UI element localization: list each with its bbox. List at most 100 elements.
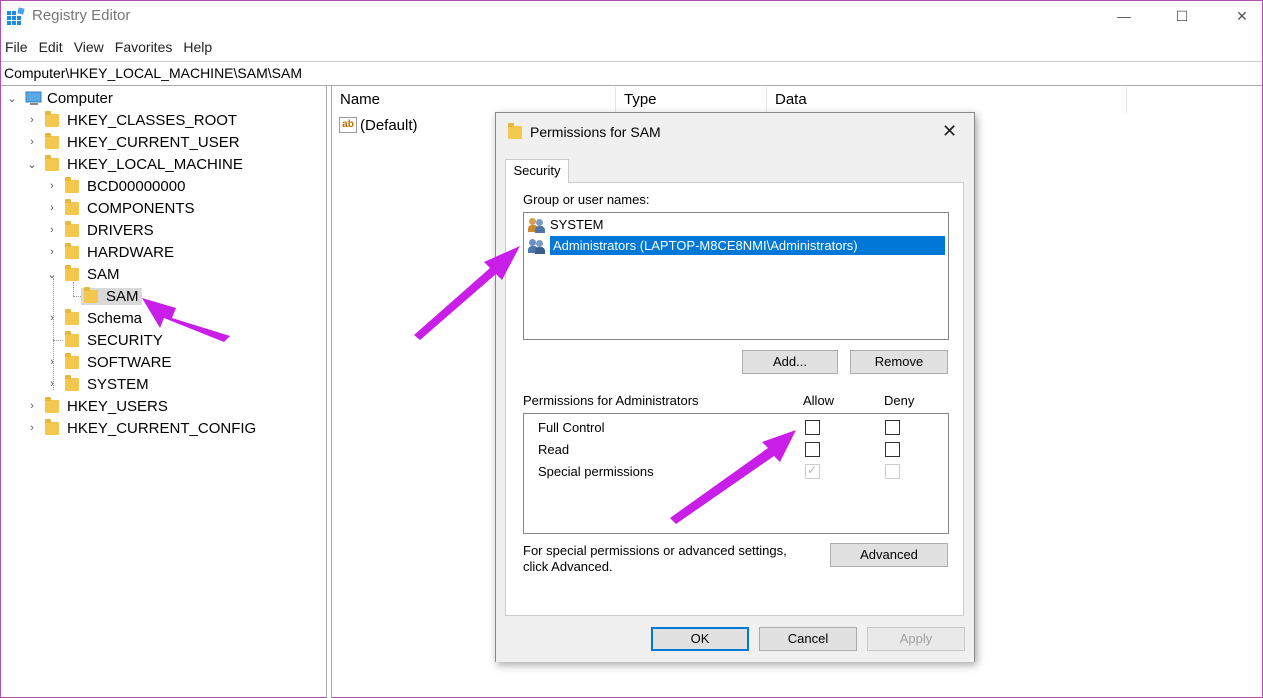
folder-icon [65,352,79,369]
chevron-right-icon[interactable]: › [45,224,59,236]
tree-node-hardware[interactable]: › HARDWARE [45,241,174,263]
tree-label: DRIVERS [87,221,154,239]
selected-tree-node[interactable]: SAM [81,286,142,305]
chevron-down-icon[interactable]: ⌄ [25,158,39,171]
window-title: Registry Editor [32,7,131,24]
tree-label: BCD00000000 [87,177,186,195]
menu-bar: File Edit View Favorites Help [1,36,219,58]
permissions-list: Full Control Read Special permissions ✓ [523,413,949,534]
menu-help[interactable]: Help [179,36,219,58]
tree-node-drivers[interactable]: › DRIVERS [45,219,154,241]
tab-security[interactable]: Security [505,159,569,183]
tree-node-hkey-local-machine[interactable]: ⌄ HKEY_LOCAL_MACHINE [25,153,243,175]
chevron-right-icon[interactable]: › [25,136,39,148]
user-name: Administrators (LAPTOP-M8CE8NMI\Administ… [550,236,945,255]
tree-label: SOFTWARE [87,353,172,371]
registry-editor-icon [7,7,25,25]
cancel-button[interactable]: Cancel [759,627,857,651]
users-icon [528,238,546,254]
menu-view[interactable]: View [70,36,111,58]
chevron-right-icon[interactable]: › [25,422,39,434]
tree-node-computer[interactable]: ⌄ Computer [5,87,113,109]
folder-icon [65,264,79,281]
chevron-right-icon[interactable]: › [45,312,59,324]
column-data[interactable]: Data [767,87,1127,113]
close-button[interactable]: ✕ [1219,1,1263,31]
menu-file[interactable]: File [1,36,35,58]
chevron-right-icon[interactable]: › [45,378,59,390]
tree-node-sam[interactable]: ⌄ SAM [45,263,120,285]
remove-button[interactable]: Remove [850,350,948,374]
folder-icon [45,132,59,149]
minimize-button[interactable]: — [1101,1,1147,31]
tree-label: COMPONENTS [87,199,195,217]
apply-button: Apply [867,627,965,651]
user-row-system[interactable]: SYSTEM [528,215,603,234]
add-button[interactable]: Add... [742,350,838,374]
computer-icon [25,91,42,105]
users-icon [528,217,546,233]
maximize-button[interactable]: ☐ [1159,1,1205,31]
pane-splitter[interactable] [327,86,332,698]
tree-label: SAM [106,287,139,305]
tree-node-components[interactable]: › COMPONENTS [45,197,195,219]
tree-label: SYSTEM [87,375,149,393]
tree-node-software[interactable]: › SOFTWARE [45,351,171,373]
column-name[interactable]: Name [332,87,616,113]
string-value-icon: ab [339,117,357,133]
user-listbox[interactable]: SYSTEM Administrators (LAPTOP-M8CE8NMI\A… [523,212,949,340]
list-item[interactable]: ab (Default) [339,115,418,135]
folder-icon [65,308,79,325]
value-name: (Default) [360,116,418,134]
tree-label: HKEY_LOCAL_MACHINE [67,155,243,173]
menu-favorites[interactable]: Favorites [111,36,180,58]
folder-open-icon [84,286,98,303]
folder-icon [65,176,79,193]
folder-icon [65,242,79,259]
special-allow-checkbox: ✓ [805,463,820,479]
chevron-right-icon[interactable]: › [25,114,39,126]
chevron-right-icon[interactable]: › [45,180,59,192]
folder-icon [65,220,79,237]
column-type[interactable]: Type [616,87,767,113]
tree-label: HARDWARE [87,243,174,261]
dialog-body: Security Group or user names: SYSTEM Adm… [496,153,974,662]
address-bar[interactable]: Computer\HKEY_LOCAL_MACHINE\SAM\SAM [1,61,1262,86]
chevron-right-icon[interactable]: › [45,356,59,368]
tree-label: Computer [47,89,113,107]
folder-icon [65,374,79,391]
tree-node-hkey-current-user[interactable]: › HKEY_CURRENT_USER [25,131,240,153]
menu-edit[interactable]: Edit [35,36,70,58]
tree-node-schema[interactable]: › Schema [45,307,142,329]
read-deny-checkbox[interactable] [885,442,900,457]
chevron-down-icon[interactable]: ⌄ [5,92,19,105]
tree-node-system[interactable]: › SYSTEM [45,373,149,395]
full-control-deny-checkbox[interactable] [885,420,900,435]
special-deny-checkbox [885,464,900,479]
chevron-right-icon[interactable]: › [45,246,59,258]
user-row-administrators[interactable]: Administrators (LAPTOP-M8CE8NMI\Administ… [528,236,945,255]
tree-label: HKEY_CURRENT_CONFIG [67,419,257,437]
tree-node-sam-sam[interactable]: SAM [81,285,142,307]
tree-node-bcd[interactable]: › BCD00000000 [45,175,185,197]
chevron-right-icon[interactable]: › [45,202,59,214]
advanced-button[interactable]: Advanced [830,543,948,567]
permission-special: Special permissions [538,464,654,479]
read-allow-checkbox[interactable] [805,442,820,457]
tree-node-hkey-classes-root[interactable]: › HKEY_CLASSES_ROOT [25,109,237,131]
ok-button[interactable]: OK [651,627,749,651]
deny-column-label: Deny [884,393,915,408]
chevron-right-icon[interactable]: › [25,400,39,412]
chevron-down-icon[interactable]: ⌄ [45,268,59,281]
tree-connector [53,340,63,341]
tree-node-hkey-current-config[interactable]: › HKEY_CURRENT_CONFIG [25,417,256,439]
dialog-title: Permissions for SAM [530,124,661,140]
full-control-allow-checkbox[interactable] [805,420,820,435]
list-header: Name Type Data [332,87,1262,113]
dialog-close-icon[interactable]: ✕ [942,121,957,142]
tree-node-hkey-users[interactable]: › HKEY_USERS [25,395,168,417]
tree-label: SAM [87,265,120,283]
tree-node-security[interactable]: SECURITY [65,329,163,351]
security-tab-panel: Group or user names: SYSTEM Administrato… [505,182,964,616]
allow-column-label: Allow [803,393,835,408]
